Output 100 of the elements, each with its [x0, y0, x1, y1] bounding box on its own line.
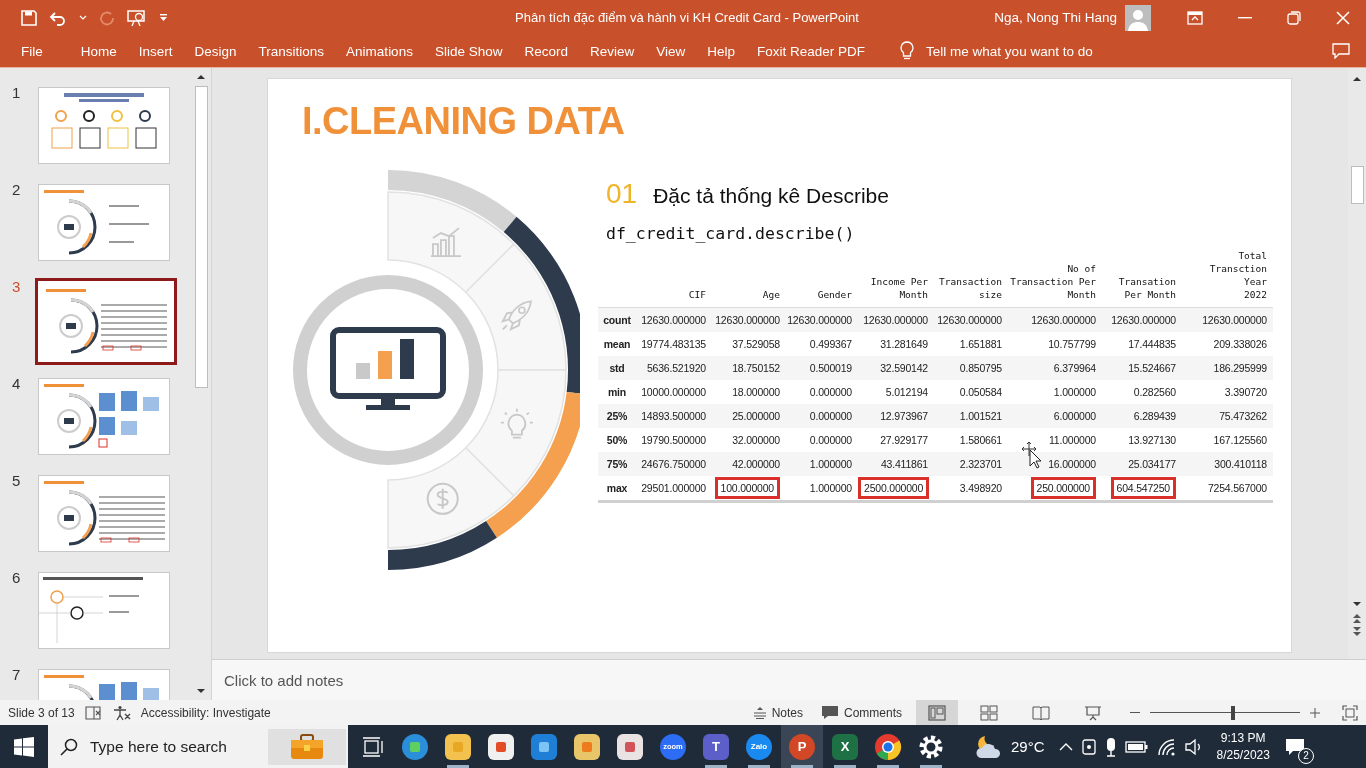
table-cell: 100.000000: [714, 477, 780, 499]
zoom-slider-thumb[interactable]: [1230, 705, 1235, 720]
comments-button[interactable]: Comments: [817, 705, 906, 720]
section-number: 01: [606, 178, 638, 210]
minimize-icon[interactable]: [1238, 16, 1252, 19]
code-line: df_credit_card.describe(): [606, 224, 856, 243]
column-header: Age: [762, 289, 780, 300]
chevron-up-icon[interactable]: [1058, 742, 1073, 751]
clock-date[interactable]: 8/25/2023: [1216, 746, 1270, 764]
clock-time[interactable]: 9:13 PM: [1220, 729, 1266, 747]
column-header: Transaction size: [939, 276, 1002, 300]
table-cell: 13.927130: [1128, 434, 1176, 446]
ribbon-tab[interactable]: Transitions: [249, 43, 334, 59]
comment-icon: [821, 705, 839, 720]
slide-number: 2: [11, 181, 22, 198]
table-cell: 16.000000: [1048, 458, 1096, 470]
table-cell: 11.000000: [1048, 434, 1096, 446]
lightbulb-icon: [499, 407, 534, 439]
tell-me-search[interactable]: Tell me what you want to do: [926, 43, 1093, 59]
table-cell: 0.000000: [809, 386, 852, 398]
accessibility-icon[interactable]: [112, 704, 131, 721]
slide-number: 1: [11, 84, 22, 101]
table-cell: 18.750152: [732, 362, 780, 374]
table-cell: 0.850795: [959, 362, 1002, 374]
customize-caret-icon[interactable]: [159, 13, 168, 22]
ribbon-tab[interactable]: Record: [515, 43, 577, 59]
ribbon-tab[interactable]: Home: [71, 43, 126, 59]
scrollbar-thumb[interactable]: [194, 86, 208, 388]
table-cell: 3.390720: [1224, 386, 1267, 398]
camera-icon[interactable]: [1080, 737, 1097, 756]
microphone-icon[interactable]: [1104, 736, 1117, 757]
notes-placeholder[interactable]: Click to add notes: [224, 671, 344, 689]
table-cell: 24676.750000: [641, 458, 706, 470]
windows-start-icon[interactable]: [14, 736, 34, 757]
taskbar-search-field[interactable]: Type here to search: [48, 725, 348, 768]
ribbon-tab[interactable]: Animations: [337, 43, 422, 59]
ribbon-tab[interactable]: View: [647, 43, 695, 59]
ribbon-display-icon[interactable]: [1187, 10, 1203, 25]
slide-title: I.CLEANING DATA: [302, 99, 626, 143]
temperature[interactable]: 29°C: [1011, 738, 1045, 755]
fit-slide-icon[interactable]: [1342, 704, 1358, 721]
battery-icon[interactable]: [1124, 739, 1149, 754]
table-cell: 25.034177: [1128, 458, 1176, 470]
lightbulb-icon[interactable]: [900, 41, 915, 61]
table-cell: 167.125560: [1213, 434, 1267, 446]
table-cell: 6.379964: [1053, 362, 1096, 374]
table-cell: 32.590142: [880, 362, 928, 374]
table-cell: 32.000000: [732, 434, 780, 446]
zoom-in-icon[interactable]: [1310, 707, 1320, 718]
table-cell: 12.973967: [880, 410, 928, 422]
wifi-icon[interactable]: [1156, 737, 1177, 756]
ribbon-tab[interactable]: Insert: [129, 43, 182, 59]
comment-icon[interactable]: [1332, 43, 1350, 59]
table-cell: 12630.000000: [937, 314, 1002, 326]
notes-button[interactable]: Notes: [748, 705, 807, 720]
user-name[interactable]: Nga, Nong Thi Hang: [994, 10, 1117, 25]
table-cell: 12630.000000: [787, 314, 852, 326]
spelling-icon[interactable]: [84, 704, 103, 721]
ribbon-tab[interactable]: Help: [698, 43, 745, 59]
table-cell: 2500.000000: [858, 477, 930, 499]
scrollbar-thumb[interactable]: [1350, 166, 1364, 204]
slideshow-icon[interactable]: [127, 8, 147, 27]
close-icon[interactable]: [1336, 10, 1350, 25]
row-label: 50%: [606, 434, 628, 446]
monitor-icon: [330, 327, 446, 410]
row-label: mean: [603, 338, 631, 350]
slide-number: 7: [11, 666, 22, 683]
table-cell: 42.000000: [732, 458, 780, 470]
table-cell: 25.000000: [732, 410, 780, 422]
table-cell: 0.282560: [1133, 386, 1176, 398]
column-header: Income Per Month: [870, 276, 928, 300]
table-cell: 1.000000: [809, 482, 852, 494]
undo-icon[interactable]: [49, 9, 67, 26]
row-label: max: [606, 482, 628, 494]
avatar-icon[interactable]: [1125, 4, 1151, 31]
table-cell: 209.338026: [1213, 338, 1267, 350]
ribbon-tab[interactable]: File: [12, 43, 52, 59]
caret-icon[interactable]: [79, 14, 87, 21]
dollar-coin-icon: [426, 482, 459, 515]
ribbon-tab[interactable]: Design: [185, 43, 246, 59]
table-cell: 12630.000000: [641, 314, 706, 326]
table-cell: 250.000000: [1030, 477, 1096, 499]
ribbon-tab[interactable]: Slide Show: [425, 43, 512, 59]
row-label: count: [603, 314, 631, 326]
slide-thumbnail[interactable]: [35, 278, 177, 365]
column-header: Transation Per Month: [1118, 276, 1176, 300]
ribbon-tab[interactable]: Foxit Reader PDF: [748, 43, 875, 59]
table-cell: 1.580661: [959, 434, 1002, 446]
notification-icon[interactable]: [1284, 737, 1305, 756]
slide-number: 6: [11, 569, 22, 586]
powerpoint-icon[interactable]: P: [781, 725, 823, 768]
table-cell: 15.524667: [1128, 362, 1176, 374]
slide-number: 5: [11, 472, 22, 489]
restore-icon[interactable]: [1287, 10, 1301, 25]
accessibility-status[interactable]: Accessibility: Investigate: [140, 705, 271, 720]
table-cell: 10.757799: [1048, 338, 1096, 350]
ribbon-tab[interactable]: Review: [581, 43, 644, 59]
task-view-icon[interactable]: [362, 736, 384, 757]
table-cell: 10000.000000: [641, 386, 706, 398]
save-icon[interactable]: [21, 9, 37, 26]
